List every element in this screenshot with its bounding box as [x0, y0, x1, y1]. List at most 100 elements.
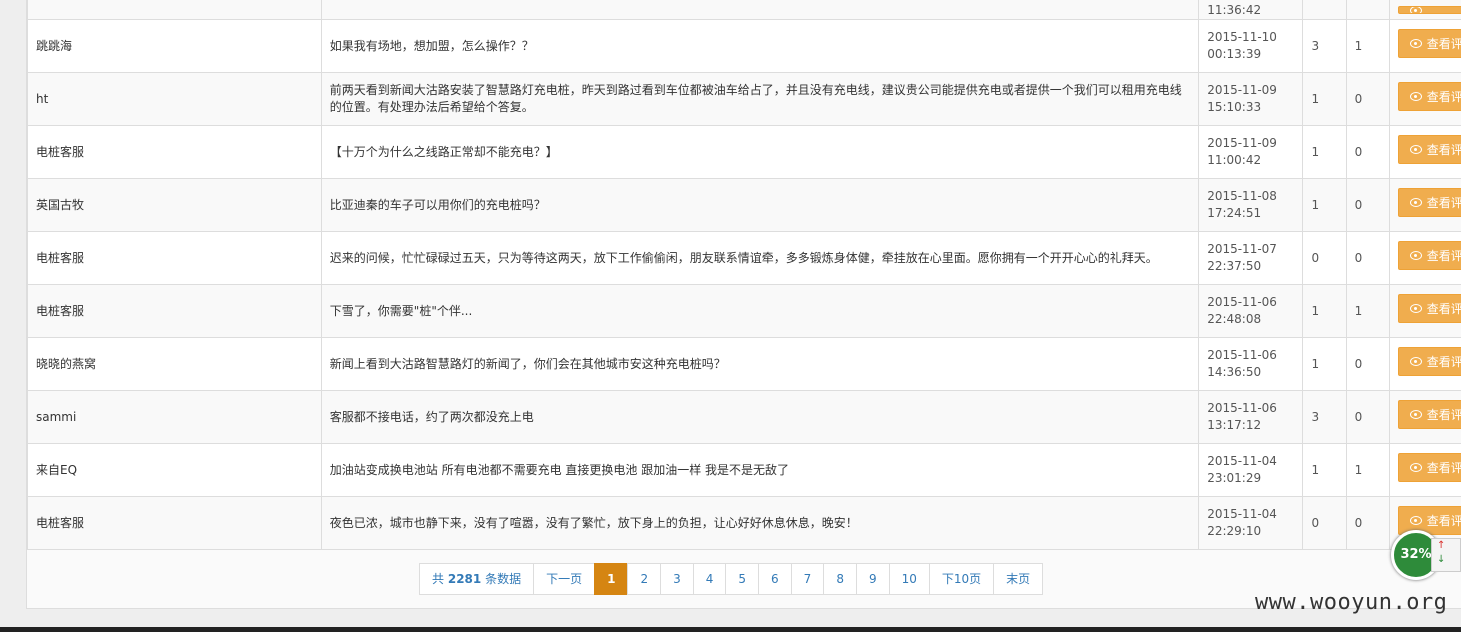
- row-count-1: 0: [1302, 496, 1347, 550]
- table-row: 英国古牧 比亚迪秦的车子可以用你们的充电桩吗？ 2015-11-08 17:24:51…: [27, 178, 1461, 232]
- eye-icon: [1409, 357, 1422, 366]
- row-datetime: 2015-11-04 23:01:29: [1198, 443, 1304, 497]
- row-datetime: 2015-11-06 22:48:08: [1198, 284, 1304, 338]
- pagination-page-7[interactable]: 7: [790, 563, 825, 595]
- row-time: 15:10:33: [1207, 100, 1262, 114]
- row-time: 13:17:12: [1207, 418, 1262, 432]
- view-comments-label: 查看评论: [1426, 143, 1461, 157]
- view-comments-label: 查看评论: [1426, 90, 1461, 104]
- row-action-cell: 查看评论: [1388, 337, 1461, 391]
- row-datetime: 2015-11-09 11:00:42: [1198, 125, 1304, 179]
- row-action-cell: 查看评论: [1388, 178, 1461, 232]
- pagination-page-4[interactable]: 4: [692, 563, 727, 595]
- pagination-page-2[interactable]: 2: [627, 563, 662, 595]
- row-date: 2015-11-06: [1207, 348, 1277, 362]
- table-row: 电桩客服 【十万个为什么之线路正常却不能充电？】 2015-11-09 11:00:4…: [27, 125, 1461, 179]
- eye-icon: [1409, 410, 1422, 419]
- row-time: 17:24:51: [1207, 206, 1262, 220]
- eye-icon: [1409, 463, 1422, 472]
- row-time: 22:37:50: [1207, 259, 1262, 273]
- pagination-page-1[interactable]: 1: [594, 563, 629, 595]
- row-text: 新闻上看到大沽路智慧路灯的新闻了，你们会在其他城市安这种充电桩吗？: [320, 337, 1200, 391]
- row-date: 2015-11-09: [1207, 136, 1277, 150]
- table-row: 来自EQ 加油站变成换电池站 所有电池都不需要充电 直接更换电池 跟加油一样 我是…: [27, 443, 1461, 497]
- pagination-page-8[interactable]: 8: [823, 563, 857, 595]
- row-text: [320, 0, 1200, 20]
- row-user: 电桩客服: [27, 231, 322, 285]
- row-text: 比亚迪秦的车子可以用你们的充电桩吗？: [320, 178, 1200, 232]
- row-count-1: 1: [1302, 72, 1347, 126]
- watermark: www.wooyun.org: [1255, 590, 1448, 615]
- row-action-cell: 查看评论: [1388, 284, 1461, 338]
- bottom-bar: [0, 627, 1461, 632]
- pagination-page-6[interactable]: 6: [758, 563, 792, 595]
- view-comments-button[interactable]: 查看评论: [1397, 347, 1461, 376]
- row-text: 加油站变成换电池站 所有电池都不需要充电 直接更换电池 跟加油一样 我是不是无敌…: [320, 443, 1200, 497]
- pagination-page-9[interactable]: 9: [855, 563, 890, 595]
- row-time: 00:13:39: [1207, 47, 1262, 61]
- row-date: 2015-11-04: [1207, 454, 1277, 468]
- row-datetime: 2015-11-10 00:13:39: [1198, 19, 1304, 73]
- row-user: 电桩客服: [27, 284, 322, 338]
- view-comments-button[interactable]: 查看评论: [1397, 453, 1461, 482]
- eye-icon: [1409, 39, 1422, 48]
- view-comments-button[interactable]: 查看评论: [1397, 135, 1461, 164]
- row-text: 如果我有场地，想加盟，怎么操作？？: [320, 19, 1200, 73]
- row-count-2: 1: [1345, 284, 1390, 338]
- view-comments-button[interactable]: 查看评论: [1397, 241, 1461, 270]
- row-datetime: 2015-11-07 22:37:50: [1198, 231, 1304, 285]
- pagination-page-10[interactable]: 10: [888, 563, 930, 595]
- row-user: 电桩客服: [27, 496, 322, 550]
- pagination-page-5[interactable]: 5: [725, 563, 760, 595]
- table-row: sammi 客服都不接电话，约了两次都没充上电 2015-11-06 13:17:12…: [27, 390, 1461, 444]
- pagination-total: 共 2281 条数据: [419, 563, 535, 595]
- row-user: 电桩客服: [27, 125, 322, 179]
- row-time: 22:29:10: [1207, 524, 1262, 538]
- view-comments-label: 查看评论: [1426, 461, 1461, 475]
- row-count-1: 3: [1302, 19, 1347, 73]
- view-comments-button[interactable]: 查看评论: [1397, 400, 1461, 429]
- eye-icon: [1409, 92, 1422, 101]
- row-date: 2015-11-06: [1207, 401, 1277, 415]
- row-count-2: 0: [1345, 178, 1390, 232]
- table-row: 跳跳海 如果我有场地，想加盟，怎么操作？？ 2015-11-10 00:13:39 3 1…: [27, 19, 1461, 73]
- view-comments-label: 查看评论: [1426, 249, 1461, 263]
- eye-icon: [1409, 7, 1422, 13]
- view-comments-button[interactable]: 查看评论: [1397, 29, 1461, 58]
- row-text: 前两天看到新闻大沽路安装了智慧路灯充电桩，昨天到路过看到车位都被油车给占了，并且…: [320, 72, 1200, 126]
- pagination-next10-button[interactable]: 下10页: [928, 563, 995, 595]
- row-user: 晓晓的燕窝: [27, 337, 322, 391]
- results-panel: 11:36:42查看评论跳跳海如果我有场地，想加盟，怎么操作？？2015-11-…: [26, 0, 1461, 609]
- table-row: 电桩客服 夜色已浓，城市也静下来，没有了喧嚣，没有了繁忙，放下身上的负担，让心好好…: [27, 496, 1461, 550]
- row-count-2: 0: [1345, 390, 1390, 444]
- view-comments-button[interactable]: 查看评论: [1397, 6, 1461, 14]
- pagination-last-button[interactable]: 末页: [993, 563, 1044, 595]
- arrow-down-icon: ↓: [1437, 554, 1446, 565]
- row-count-1: 1: [1302, 337, 1347, 391]
- row-user: 英国古牧: [27, 178, 322, 232]
- row-date: 2015-11-06: [1207, 295, 1277, 309]
- network-speed-widget[interactable]: 32% ↑ ↓: [1391, 530, 1461, 580]
- row-count-2: 1: [1345, 443, 1390, 497]
- row-action-cell: 查看评论: [1388, 125, 1461, 179]
- row-time: 22:48:08: [1207, 312, 1262, 326]
- row-date: 2015-11-04: [1207, 507, 1277, 521]
- row-count-2: [1345, 0, 1390, 20]
- row-user: sammi: [27, 390, 322, 444]
- row-date: 2015-11-10: [1207, 30, 1277, 44]
- view-comments-button[interactable]: 查看评论: [1397, 294, 1461, 323]
- row-count-1: 1: [1302, 443, 1347, 497]
- row-count-2: 0: [1345, 496, 1390, 550]
- row-datetime: 2015-11-06 13:17:12: [1198, 390, 1304, 444]
- view-comments-button[interactable]: 查看评论: [1397, 82, 1461, 111]
- pagination-next-button[interactable]: 下一页: [533, 563, 596, 595]
- arrow-up-icon: ↑: [1437, 540, 1446, 551]
- row-date: 2015-11-09: [1207, 83, 1277, 97]
- row-date: 2015-11-07: [1207, 242, 1277, 256]
- eye-icon: [1409, 198, 1422, 207]
- row-action-cell: 查看评论: [1388, 231, 1461, 285]
- pagination-page-3[interactable]: 3: [660, 563, 694, 595]
- row-text: 【十万个为什么之线路正常却不能充电？】: [320, 125, 1200, 179]
- row-datetime: 2015-11-08 17:24:51: [1198, 178, 1304, 232]
- view-comments-button[interactable]: 查看评论: [1397, 188, 1461, 217]
